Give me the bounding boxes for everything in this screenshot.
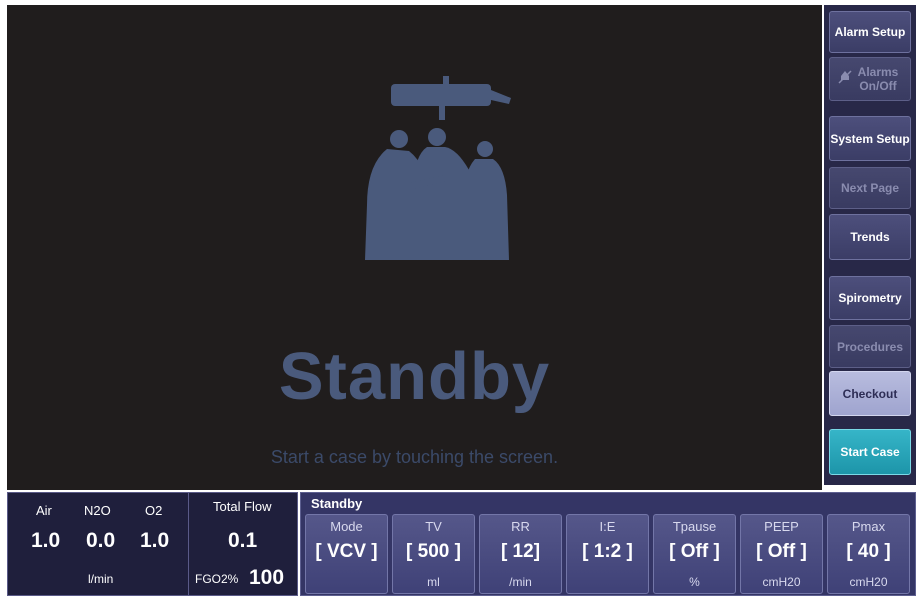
vent-panel-title: Standby bbox=[311, 496, 363, 511]
vent-param-tpause[interactable]: Tpause [ Off ] % bbox=[653, 514, 736, 594]
param-value: [ 40 ] bbox=[846, 541, 891, 562]
system-setup-button[interactable]: System Setup bbox=[829, 116, 911, 161]
param-unit: cmH20 bbox=[762, 575, 801, 589]
surgical-team-icon bbox=[365, 128, 509, 260]
param-value: [ Off ] bbox=[756, 541, 807, 562]
vent-param-peep[interactable]: PEEP [ Off ] cmH20 bbox=[740, 514, 823, 594]
param-value: [ 500 ] bbox=[406, 541, 461, 562]
fgo2-value: 100 bbox=[249, 566, 285, 589]
next-page-button[interactable]: Next Page bbox=[829, 167, 911, 209]
param-value: [ Off ] bbox=[669, 541, 720, 562]
o2-label: O2 bbox=[145, 503, 163, 518]
procedures-label: Procedures bbox=[836, 339, 904, 354]
param-unit: /min bbox=[509, 575, 532, 589]
param-name: Pmax bbox=[851, 519, 886, 534]
n2o-flow-value: 0.0 bbox=[86, 529, 116, 552]
next-page-label: Next Page bbox=[840, 181, 900, 195]
checkout-button[interactable]: Checkout bbox=[829, 371, 911, 416]
side-menu: Alarm Setup Alarms On/Off System Setup N… bbox=[824, 5, 916, 485]
procedures-button[interactable]: Procedures bbox=[829, 325, 911, 368]
param-name: Mode bbox=[330, 519, 363, 534]
standby-title: Standby bbox=[278, 339, 551, 414]
vent-param-mode[interactable]: Mode [ VCV ] bbox=[305, 514, 388, 594]
vent-param-ie[interactable]: I:E [ 1:2 ] bbox=[566, 514, 649, 594]
gas-panel-divider bbox=[188, 493, 189, 595]
param-name: TV bbox=[425, 519, 442, 534]
start-case-button[interactable]: Start Case bbox=[829, 429, 911, 475]
gas-flow-panel[interactable]: Air N2O O2 1.0 0.0 1.0 l/min Total Flow … bbox=[7, 492, 298, 596]
total-flow-label: Total Flow bbox=[213, 499, 272, 514]
alarms-onoff-button[interactable]: Alarms On/Off bbox=[829, 57, 911, 101]
param-name: I:E bbox=[599, 519, 616, 534]
start-case-label: Start Case bbox=[840, 445, 900, 459]
trends-label: Trends bbox=[850, 230, 890, 244]
param-value: [ VCV ] bbox=[315, 541, 378, 562]
vent-param-rr[interactable]: RR [ 12] /min bbox=[479, 514, 562, 594]
standby-area[interactable]: Standby Start a case by touching the scr… bbox=[7, 5, 822, 490]
system-setup-label: System Setup bbox=[830, 131, 910, 146]
trends-button[interactable]: Trends bbox=[829, 214, 911, 260]
n2o-label: N2O bbox=[84, 503, 111, 518]
param-value: [ 12] bbox=[500, 541, 541, 562]
vent-param-tv[interactable]: TV [ 500 ] ml bbox=[392, 514, 475, 594]
anesthesia-screen: Standby Start a case by touching the scr… bbox=[0, 0, 922, 600]
param-name: RR bbox=[511, 519, 530, 534]
param-unit: ml bbox=[427, 575, 440, 589]
alarms-onoff-label: Alarms On/Off bbox=[857, 65, 899, 93]
air-label: Air bbox=[36, 503, 52, 518]
total-flow-value: 0.1 bbox=[228, 529, 258, 552]
flow-unit: l/min bbox=[88, 572, 114, 586]
ventilator-settings-panel: Standby Mode [ VCV ] TV [ 500 ] ml RR [ … bbox=[300, 492, 916, 596]
param-value: [ 1:2 ] bbox=[582, 541, 633, 562]
alarm-bell-icon bbox=[838, 70, 852, 84]
vent-param-pmax[interactable]: Pmax [ 40 ] cmH20 bbox=[827, 514, 910, 594]
spirometry-label: Spirometry bbox=[838, 291, 902, 305]
checkout-label: Checkout bbox=[842, 386, 898, 401]
o2-flow-value: 1.0 bbox=[140, 529, 170, 552]
spirometry-button[interactable]: Spirometry bbox=[829, 276, 911, 320]
start-case-hint: Start a case by touching the screen. bbox=[270, 447, 559, 467]
alarm-setup-button[interactable]: Alarm Setup bbox=[829, 11, 911, 53]
fgo2-label: FGO2% bbox=[195, 572, 239, 586]
surgical-lamp-icon bbox=[391, 76, 511, 120]
alarm-setup-label: Alarm Setup bbox=[834, 25, 906, 39]
param-name: PEEP bbox=[764, 519, 799, 534]
param-name: Tpause bbox=[672, 519, 717, 534]
air-flow-value: 1.0 bbox=[31, 529, 61, 552]
param-unit: cmH20 bbox=[849, 575, 888, 589]
param-unit: % bbox=[689, 575, 700, 589]
